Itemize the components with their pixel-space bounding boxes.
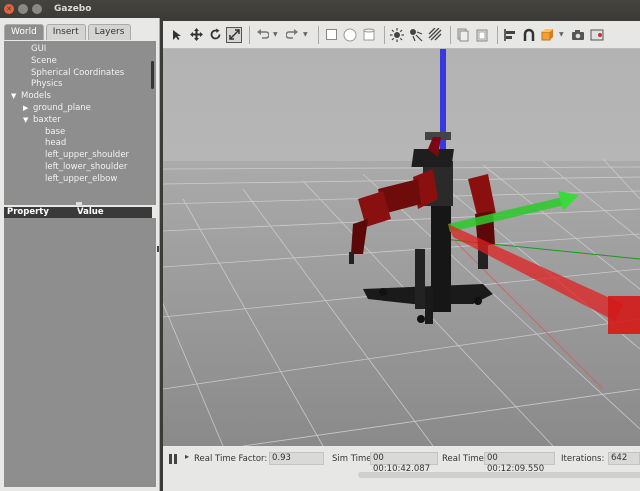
sphere-icon[interactable] bbox=[342, 27, 358, 43]
close-window-button[interactable]: ✕ bbox=[4, 4, 14, 14]
redo-icon[interactable] bbox=[284, 27, 300, 43]
select-arrow-icon[interactable] bbox=[169, 27, 185, 43]
sim-time-label: Sim Time: bbox=[332, 454, 375, 464]
left-panel: World Insert Layers GUI Scene Spherical … bbox=[0, 18, 160, 491]
splitter-handle[interactable] bbox=[76, 202, 82, 206]
scale-icon[interactable] bbox=[226, 26, 242, 43]
tree-item-ground-plane[interactable]: ▶ ground_plane bbox=[4, 103, 156, 115]
tree-item-gui[interactable]: GUI bbox=[4, 44, 156, 56]
tab-insert[interactable]: Insert bbox=[45, 24, 86, 40]
real-time-value: 00 00:12:09.550 bbox=[484, 452, 555, 474]
directional-light-icon[interactable] bbox=[427, 27, 443, 43]
screenshot-icon[interactable] bbox=[570, 27, 586, 43]
status-scrollbar[interactable] bbox=[358, 472, 640, 478]
world-tree[interactable]: GUI Scene Spherical Coordinates Physics … bbox=[4, 41, 156, 205]
window-title: Gazebo bbox=[54, 4, 92, 14]
translate-icon[interactable] bbox=[188, 27, 204, 43]
toolbar: ▼ ▼ ▼ bbox=[163, 21, 640, 49]
tab-world[interactable]: World bbox=[4, 24, 44, 40]
cylinder-icon[interactable] bbox=[361, 27, 377, 43]
view-angle-dropdown[interactable]: ▼ bbox=[559, 31, 567, 38]
undo-icon[interactable] bbox=[254, 27, 270, 43]
real-time-label: Real Time: bbox=[442, 454, 487, 464]
tree-item-left-upper-shoulder[interactable]: left_upper_shoulder bbox=[4, 150, 156, 162]
step-icon[interactable]: ▸ bbox=[185, 452, 189, 461]
iterations-value: 642 bbox=[608, 452, 640, 465]
point-light-icon[interactable] bbox=[389, 27, 405, 43]
minimize-window-button[interactable] bbox=[18, 4, 28, 14]
undo-history-dropdown[interactable]: ▼ bbox=[273, 31, 281, 38]
title-bar: ✕ Gazebo bbox=[0, 0, 640, 18]
paste-icon[interactable] bbox=[474, 27, 490, 43]
align-icon[interactable] bbox=[502, 27, 518, 43]
iterations-label: Iterations: bbox=[561, 454, 605, 464]
copy-icon[interactable] bbox=[455, 27, 471, 43]
maximize-window-button[interactable] bbox=[32, 4, 42, 14]
real-time-factor-label: Real Time Factor: bbox=[194, 454, 268, 464]
tree-item-base[interactable]: base bbox=[4, 127, 156, 139]
scene-render[interactable] bbox=[163, 49, 640, 446]
tree-item-head[interactable]: head bbox=[4, 138, 156, 150]
tree-item-models[interactable]: ▼ Models bbox=[4, 91, 156, 103]
collapsed-triangle-icon[interactable]: ▶ bbox=[23, 103, 33, 115]
tree-item-scene[interactable]: Scene bbox=[4, 56, 156, 68]
tab-layers[interactable]: Layers bbox=[87, 24, 132, 40]
panel-tabs: World Insert Layers bbox=[0, 18, 159, 40]
sim-time-value: 00 00:10:42.087 bbox=[370, 452, 438, 474]
log-icon[interactable] bbox=[589, 27, 605, 43]
left-splitter-handle[interactable] bbox=[157, 246, 159, 252]
rotate-icon[interactable] bbox=[207, 27, 223, 43]
scene-viewport[interactable] bbox=[163, 49, 640, 446]
expanded-triangle-icon[interactable]: ▼ bbox=[11, 91, 21, 103]
value-column-header: Value bbox=[77, 207, 104, 217]
tree-item-physics[interactable]: Physics bbox=[4, 79, 156, 91]
snap-icon[interactable] bbox=[521, 27, 537, 43]
spot-light-icon[interactable] bbox=[408, 27, 424, 43]
tree-item-left-upper-elbow[interactable]: left_upper_elbow bbox=[4, 174, 156, 186]
property-header: Property Value bbox=[4, 207, 152, 218]
tree-item-baxter[interactable]: ▼ baxter bbox=[4, 115, 156, 127]
tree-item-left-lower-shoulder[interactable]: left_lower_shoulder bbox=[4, 162, 156, 174]
pause-icon[interactable] bbox=[169, 454, 179, 464]
property-table[interactable] bbox=[4, 218, 156, 487]
expanded-triangle-icon[interactable]: ▼ bbox=[23, 115, 33, 127]
status-bar: ▸ Real Time Factor: 0.93 Sim Time: 00 00… bbox=[163, 446, 640, 491]
change-view-icon[interactable] bbox=[540, 27, 556, 43]
tree-scrollbar[interactable] bbox=[151, 61, 154, 89]
real-time-factor-value: 0.93 bbox=[269, 452, 324, 465]
redo-history-dropdown[interactable]: ▼ bbox=[303, 31, 311, 38]
box-icon[interactable] bbox=[323, 27, 339, 43]
property-column-header: Property bbox=[7, 207, 49, 217]
tree-item-spherical-coordinates[interactable]: Spherical Coordinates bbox=[4, 68, 156, 80]
